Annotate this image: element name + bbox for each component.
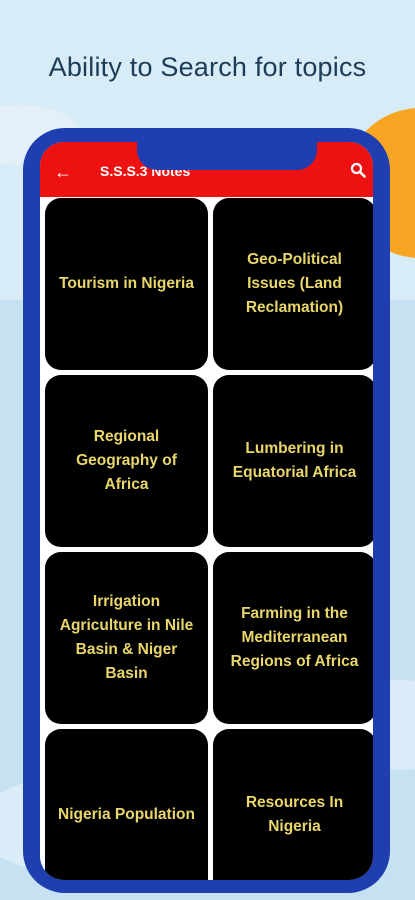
topic-label: Tourism in Nigeria — [59, 275, 194, 292]
phone-notch — [137, 140, 317, 170]
topics-grid: Tourism in Nigeria Geo-Political Issues … — [45, 198, 373, 880]
topic-label: Lumbering in Equatorial Africa — [232, 440, 357, 481]
topic-card[interactable]: Irrigation Agriculture in Nile Basin & N… — [45, 552, 208, 724]
topic-label: Geo-Political Issues (Land Reclamation) — [245, 251, 344, 316]
topic-card[interactable]: Nigeria Population — [45, 729, 208, 880]
phone-screen: ← S.S.S.3 Notes Tourism in Nigeria Geo-P… — [40, 142, 373, 880]
headline: Ability to Search for topics — [48, 52, 367, 82]
phone-frame: ← S.S.S.3 Notes Tourism in Nigeria Geo-P… — [23, 128, 390, 893]
topic-card[interactable]: Geo-Political Issues (Land Reclamation) — [213, 198, 373, 370]
topic-card[interactable]: Lumbering in Equatorial Africa — [213, 375, 373, 547]
topic-label: Farming in the Mediterranean Regions of … — [230, 605, 359, 670]
search-icon — [350, 162, 366, 178]
topic-label: Regional Geography of Africa — [76, 428, 177, 493]
arrow-left-icon: ← — [54, 162, 72, 182]
topic-label: Irrigation Agriculture in Nile Basin & N… — [59, 593, 194, 682]
back-button[interactable]: ← — [54, 163, 74, 181]
topic-card[interactable]: Tourism in Nigeria — [45, 198, 208, 370]
topic-label: Resources In Nigeria — [245, 794, 344, 835]
search-button[interactable] — [350, 162, 368, 180]
topic-card[interactable]: Resources In Nigeria — [213, 729, 373, 880]
topic-card[interactable]: Farming in the Mediterranean Regions of … — [213, 552, 373, 724]
topic-card[interactable]: Regional Geography of Africa — [45, 375, 208, 547]
topic-label: Nigeria Population — [58, 806, 195, 823]
